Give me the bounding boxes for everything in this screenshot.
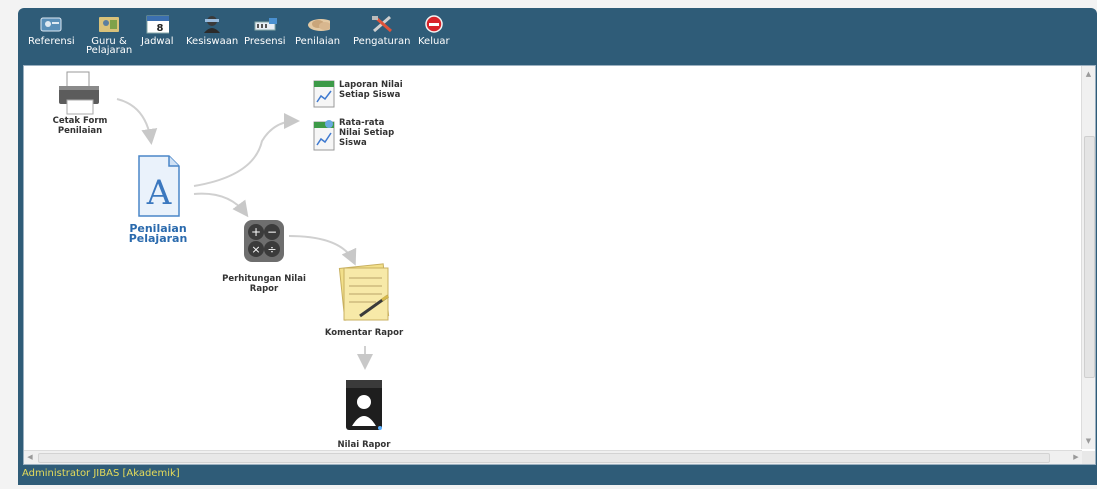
scroll-up-icon[interactable]: ▲ [1082, 68, 1095, 80]
svg-text:−: − [267, 225, 277, 239]
toolbar-kesiswaan[interactable]: Kesiswaan [186, 14, 239, 47]
scroll-corner [1082, 451, 1095, 464]
toolbar-guru-pelajaran[interactable]: Guru & Pelajaran [86, 14, 133, 56]
flow-label: Nilai Rapor [337, 440, 391, 450]
flow-label: Perhitungan Nilai Rapor [222, 274, 306, 294]
toolbar-keluar[interactable]: Keluar [418, 14, 450, 47]
toolbar-jadwal[interactable]: 8 Jadwal [141, 14, 174, 47]
flow-arrows [116, 98, 373, 370]
flow-komentar[interactable]: Komentar Rapor [324, 262, 404, 338]
flow-cetak-form[interactable]: Cetak Form Penilaian [50, 70, 110, 136]
flow-label: Komentar Rapor [324, 328, 404, 338]
flow-label: Penilaian Pelajaran [128, 222, 188, 245]
flow-perhitungan[interactable]: + − × ÷ Perhitungan Nilai Rapor [209, 218, 319, 294]
toolbar-label: Pengaturan [353, 36, 411, 47]
exit-icon [422, 14, 446, 34]
main-toolbar: Referensi Guru & Pelajaran 8 Jadwal Kesi… [18, 8, 1097, 68]
content-panel: Cetak Form Penilaian Laporan Nilai Setia… [23, 65, 1096, 465]
svg-text:A: A [146, 173, 172, 213]
handshake-icon [306, 14, 330, 34]
flow-nilai-rapor[interactable]: Nilai Rapor [334, 376, 394, 450]
toolbar-label: Presensi [244, 36, 286, 47]
status-bar: Administrator JIBAS [Akademik] [22, 468, 180, 479]
toolbar-label: Guru & Pelajaran [86, 36, 133, 56]
toolbar-referensi[interactable]: Referensi [28, 14, 75, 47]
tools-icon [370, 14, 394, 34]
flow-laporan-nilai[interactable]: Laporan Nilai Setiap Siswa [313, 80, 423, 108]
calendar-icon: 8 [145, 14, 170, 34]
presensi-icon [253, 14, 277, 34]
scroll-left-icon[interactable]: ◀ [24, 451, 36, 464]
toolbar-pengaturan[interactable]: Pengaturan [353, 14, 411, 47]
document-a-icon: A [138, 155, 180, 217]
student-icon [200, 14, 224, 34]
app-window: Referensi Guru & Pelajaran 8 Jadwal Kesi… [18, 8, 1097, 485]
calculator-icon: + − × ÷ [244, 220, 284, 262]
vertical-scrollbar[interactable]: ▲ ▼ [1081, 66, 1095, 449]
report-sheet-icon [313, 80, 335, 108]
guru-pelajaran-icon [97, 14, 121, 34]
referensi-icon [39, 14, 63, 34]
vertical-scroll-thumb[interactable] [1084, 136, 1095, 378]
notepad-icon [338, 263, 390, 321]
toolbar-label: Kesiswaan [186, 36, 239, 47]
printer-icon [59, 71, 99, 115]
svg-text:×: × [251, 243, 260, 256]
horizontal-scrollbar[interactable]: ◀ ▶ [24, 450, 1082, 464]
toolbar-presensi[interactable]: Presensi [244, 14, 286, 47]
flow-rata-rata[interactable]: Rata-rata Nilai Setiap Siswa [313, 118, 423, 152]
toolbar-label: Referensi [28, 36, 75, 47]
svg-text:+: + [251, 225, 261, 239]
flow-label: Rata-rata Nilai Setiap Siswa [339, 118, 395, 148]
toolbar-label: Keluar [418, 36, 450, 47]
flow-label: Laporan Nilai Setiap Siswa [339, 80, 403, 100]
toolbar-label: Penilaian [295, 36, 341, 47]
toolbar-label: Jadwal [141, 36, 174, 47]
flow-penilaian-pelajaran[interactable]: A Penilaian Pelajaran [108, 154, 208, 244]
svg-text:÷: ÷ [267, 243, 276, 256]
scroll-down-icon[interactable]: ▼ [1082, 435, 1095, 447]
average-sheet-icon [313, 120, 335, 151]
user-folder-icon [346, 380, 382, 430]
scroll-right-icon[interactable]: ▶ [1070, 451, 1082, 464]
toolbar-penilaian[interactable]: Penilaian [295, 14, 341, 47]
horizontal-scroll-thumb[interactable] [38, 453, 1050, 463]
flow-label: Cetak Form Penilaian [52, 116, 108, 136]
svg-text:8: 8 [157, 23, 164, 34]
